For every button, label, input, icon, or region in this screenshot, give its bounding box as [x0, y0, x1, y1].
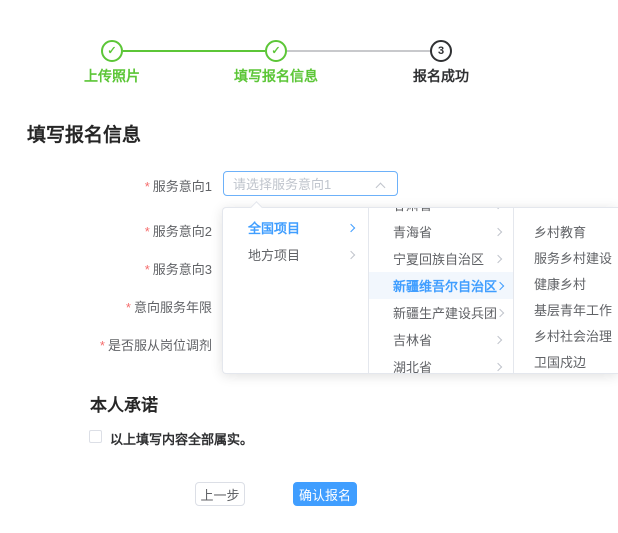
- required-asterisk: *: [145, 179, 150, 194]
- chevron-right-icon: [347, 223, 355, 231]
- step-1-label: 上传照片: [84, 66, 140, 86]
- chevron-right-icon: [496, 281, 504, 289]
- cascader-column-province: 甘肃省 青海省 宁夏回族自治区 新疆维吾尔自治区 新疆生产建设兵团: [369, 208, 514, 373]
- chevron-right-icon: [494, 227, 502, 235]
- promise-checkbox-label[interactable]: 以上填写内容全部属实。: [110, 429, 253, 448]
- chevron-right-icon: [494, 254, 502, 262]
- province-list: 甘肃省 青海省 宁夏回族自治区 新疆维吾尔自治区 新疆生产建设兵团: [369, 208, 513, 373]
- required-asterisk: *: [145, 224, 150, 239]
- stepper-connector-1: [123, 50, 265, 52]
- menu-item-border-defense[interactable]: 卫国戍边: [514, 348, 618, 373]
- page-title: 填写报名信息: [27, 120, 141, 147]
- menu-item-xinjiang-corps[interactable]: 新疆生产建设兵团: [369, 299, 513, 326]
- menu-item-local-project[interactable]: 地方项目: [223, 241, 368, 268]
- chevron-right-icon: [494, 208, 502, 209]
- check-icon: ✓: [107, 46, 116, 57]
- field-label-service-intent-2: *服务意向2: [145, 221, 212, 240]
- menu-item-rural-education[interactable]: 乡村教育: [514, 218, 618, 244]
- field-label-service-years: *意向服务年限: [126, 297, 212, 316]
- menu-item-healthy-village[interactable]: 健康乡村: [514, 270, 618, 296]
- cascader-column-service-option: 乡村教育 服务乡村建设 健康乡村 基层青年工作 乡村社会治理 卫国戍边: [514, 208, 618, 373]
- chevron-right-icon: [494, 362, 502, 370]
- registration-page: ✓ ✓ 3 上传照片 填写报名信息 报名成功 填写报名信息 *服务意向1 *服务…: [0, 0, 618, 533]
- menu-item-jilin[interactable]: 吉林省: [369, 326, 513, 353]
- menu-item-rural-social-governance[interactable]: 乡村社会治理: [514, 322, 618, 348]
- step-1-circle: ✓: [101, 40, 123, 62]
- required-asterisk: *: [145, 262, 150, 277]
- field-label-service-intent-3: *服务意向3: [145, 259, 212, 278]
- promise-checkbox[interactable]: [89, 430, 102, 443]
- cascader-dropdown: 全国项目 地方项目 甘肃省 青海省 宁夏回族自治区: [222, 207, 618, 374]
- confirm-registration-button[interactable]: 确认报名: [293, 482, 357, 506]
- field-label-service-intent-1: *服务意向1: [145, 176, 212, 195]
- promise-section-title: 本人承诺: [90, 391, 158, 416]
- previous-step-button[interactable]: 上一步: [195, 482, 245, 506]
- menu-item-rural-construction[interactable]: 服务乡村建设: [514, 244, 618, 270]
- step-3-number: 3: [438, 46, 444, 57]
- chevron-right-icon: [347, 250, 355, 258]
- step-3-circle: 3: [430, 40, 452, 62]
- step-2-circle: ✓: [265, 40, 287, 62]
- menu-item-national-project[interactable]: 全国项目: [223, 214, 368, 241]
- chevron-right-icon: [494, 335, 502, 343]
- select-placeholder: 请选择服务意向1: [233, 174, 331, 193]
- step-2-label: 填写报名信息: [234, 66, 318, 86]
- chevron-up-icon[interactable]: [376, 183, 386, 193]
- service-intent-1-select[interactable]: 请选择服务意向1: [223, 171, 398, 196]
- menu-item-province-clipped[interactable]: 甘肃省: [369, 208, 513, 218]
- menu-item-ningxia[interactable]: 宁夏回族自治区: [369, 245, 513, 272]
- menu-item-hubei[interactable]: 湖北省: [369, 353, 513, 373]
- menu-item-xinjiang[interactable]: 新疆维吾尔自治区: [369, 272, 513, 299]
- field-label-obey-adjustment: *是否服从岗位调剂: [100, 335, 212, 354]
- cascader-column-project-type: 全国项目 地方项目: [223, 208, 369, 373]
- stepper-connector-2: [287, 50, 430, 52]
- required-asterisk: *: [126, 300, 131, 315]
- chevron-right-icon: [496, 308, 504, 316]
- check-icon: ✓: [271, 46, 280, 57]
- step-3-label: 报名成功: [413, 66, 469, 86]
- menu-item-grassroots-youth-work[interactable]: 基层青年工作: [514, 296, 618, 322]
- menu-item-qinghai[interactable]: 青海省: [369, 218, 513, 245]
- required-asterisk: *: [100, 338, 105, 353]
